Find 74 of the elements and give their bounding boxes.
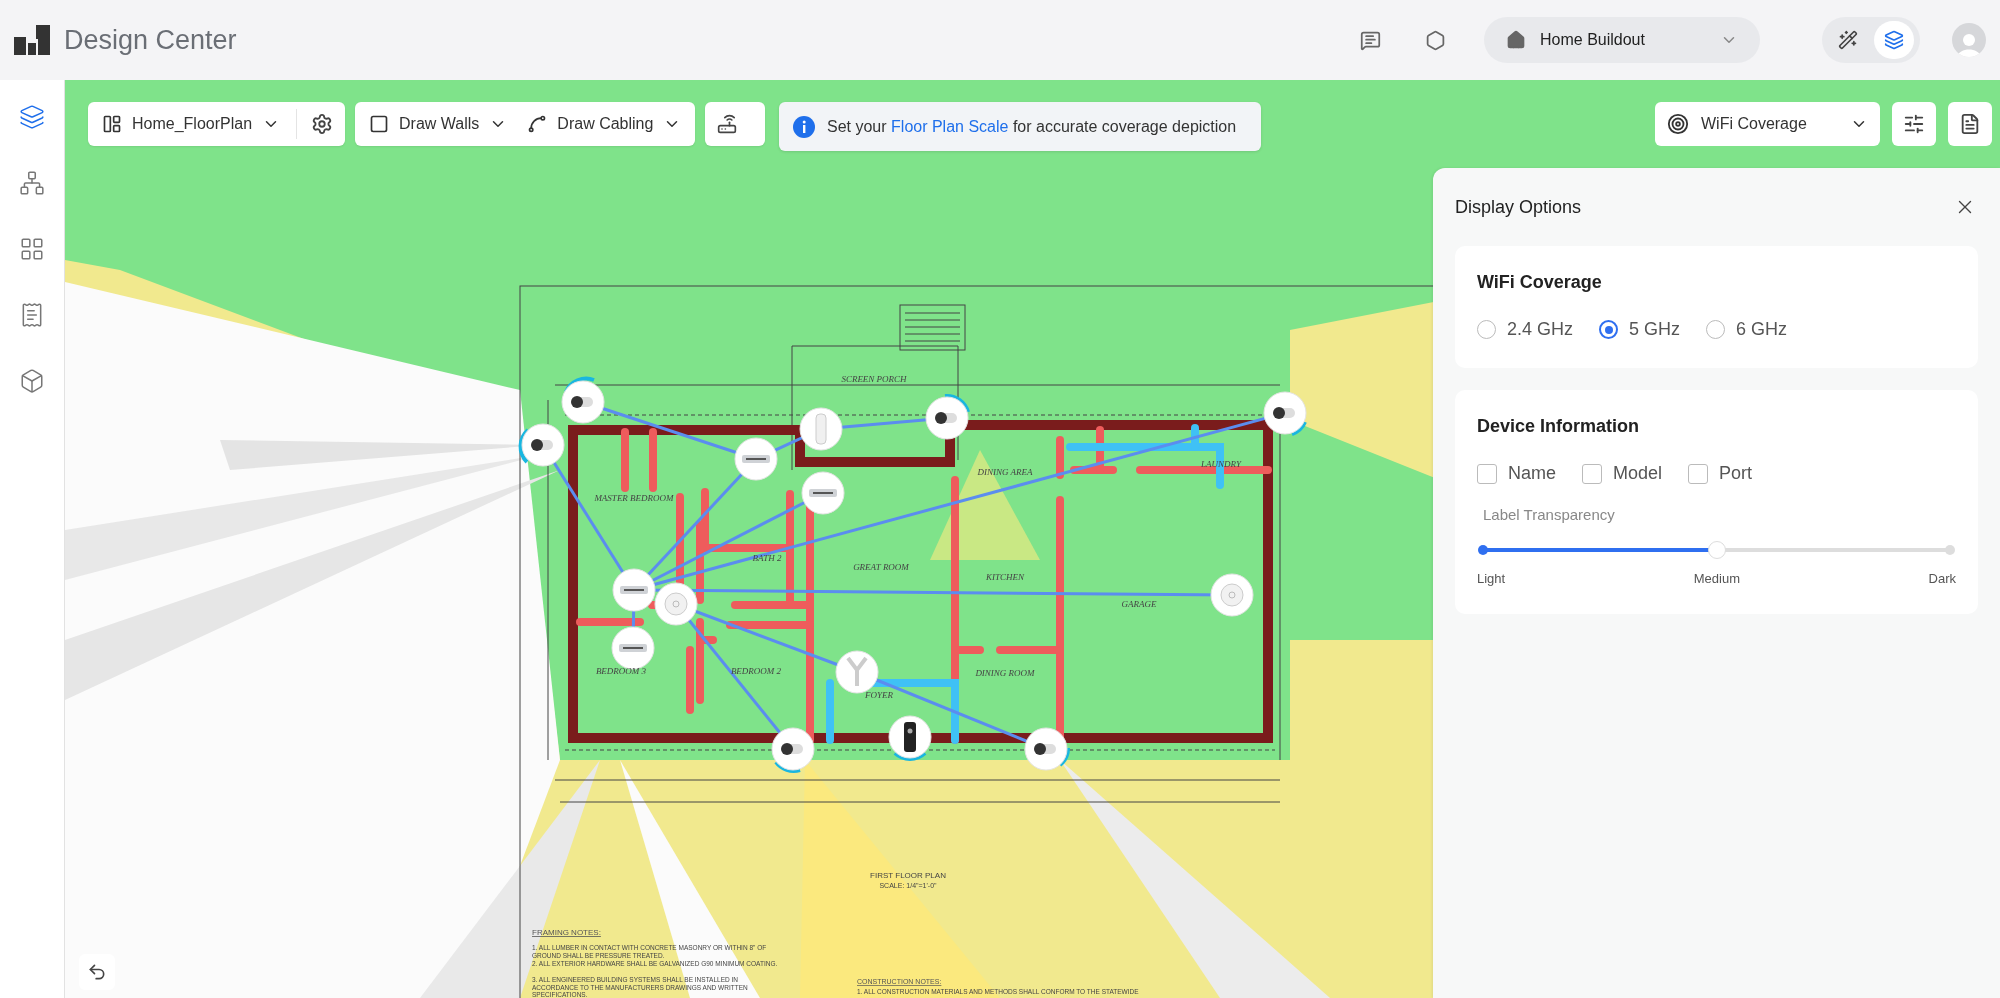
panel-title: Display Options bbox=[1455, 196, 1582, 218]
undo-icon bbox=[87, 962, 107, 982]
plan-title: FIRST FLOOR PLAN bbox=[870, 871, 946, 880]
room-label: DINING ROOM bbox=[975, 668, 1035, 678]
sidebar-item[interactable] bbox=[19, 104, 45, 130]
sidebar-item[interactable] bbox=[19, 170, 45, 196]
square-icon bbox=[369, 114, 390, 134]
info-checkbox[interactable]: Name bbox=[1477, 463, 1556, 484]
room-label: FOYER bbox=[865, 690, 893, 700]
info-icon bbox=[793, 115, 815, 138]
draw-cabling-dropdown[interactable]: Draw Cabling bbox=[523, 114, 686, 134]
slider-stop-label: Medium bbox=[1693, 571, 1740, 586]
settings-icon bbox=[311, 113, 334, 135]
room-label: GREAT ROOM bbox=[853, 562, 909, 572]
room-label: GARAGE bbox=[1121, 599, 1157, 609]
project-select[interactable]: Home Buildout bbox=[1484, 17, 1760, 63]
room-label: BEDROOM 3 bbox=[595, 666, 647, 676]
floor-plan-dropdown[interactable]: Home_FloorPlan bbox=[98, 114, 285, 134]
layers-icon bbox=[19, 104, 45, 130]
layers-icon bbox=[1884, 30, 1904, 50]
slider-stop-label: Light bbox=[1477, 571, 1506, 586]
chat-icon bbox=[1360, 29, 1381, 51]
sliders-icon bbox=[1903, 113, 1925, 135]
draw-walls-dropdown[interactable]: Draw Walls bbox=[365, 114, 512, 134]
camera-icon[interactable] bbox=[771, 727, 815, 773]
view-button[interactable] bbox=[1874, 21, 1914, 59]
section-title: Device Information bbox=[1477, 416, 1641, 437]
camera-icon[interactable] bbox=[561, 376, 605, 424]
wand-icon bbox=[1838, 30, 1858, 50]
camera-icon[interactable] bbox=[1024, 727, 1070, 771]
sidebar-item[interactable] bbox=[19, 236, 45, 262]
room-label: BATH 2 bbox=[752, 553, 782, 563]
hexagon-icon bbox=[1425, 29, 1446, 51]
filter-button[interactable] bbox=[1892, 102, 1936, 146]
cube-icon bbox=[19, 368, 45, 394]
switch-icon[interactable] bbox=[612, 568, 656, 612]
info-checkbox[interactable]: Port bbox=[1688, 463, 1753, 484]
switch-icon[interactable] bbox=[801, 471, 845, 515]
scale-link[interactable]: Floor Plan Scale bbox=[891, 117, 1009, 135]
home-icon bbox=[1506, 30, 1526, 50]
camera-icon[interactable] bbox=[1263, 391, 1307, 436]
doorbell-icon[interactable] bbox=[888, 715, 932, 761]
undo-button[interactable] bbox=[79, 954, 115, 990]
notice-text: Set your Floor Plan Scale for accurate coverage depiction bbox=[827, 117, 1237, 136]
access-point-icon[interactable] bbox=[654, 582, 698, 626]
grid-icon bbox=[19, 236, 45, 262]
coverage-select[interactable]: WiFi Coverage bbox=[1655, 102, 1880, 146]
info-checkbox[interactable]: Model bbox=[1582, 463, 1663, 484]
band-radio[interactable]: 5 GHz bbox=[1599, 319, 1681, 340]
network-icon bbox=[19, 170, 45, 196]
camera-icon[interactable] bbox=[925, 393, 970, 440]
sidebar-item[interactable] bbox=[19, 368, 45, 394]
room-label: SCREEN PORCH bbox=[841, 374, 907, 384]
section-title: WiFi Coverage bbox=[1477, 272, 1603, 293]
antenna-icon[interactable] bbox=[799, 407, 843, 451]
band-radio[interactable]: 6 GHz bbox=[1706, 319, 1788, 340]
layout-icon bbox=[102, 114, 122, 134]
target-icon bbox=[1667, 113, 1689, 135]
room-label: BEDROOM 2 bbox=[730, 666, 782, 676]
slider-stop-label: Dark bbox=[1928, 571, 1956, 586]
switch-icon[interactable] bbox=[611, 626, 655, 670]
room-label: KITCHEN bbox=[986, 572, 1024, 582]
curve-icon bbox=[527, 114, 548, 134]
export-button[interactable] bbox=[1948, 102, 1992, 146]
app-title: Design Center bbox=[64, 24, 237, 56]
switch-icon[interactable] bbox=[734, 437, 778, 481]
router-icon bbox=[717, 114, 738, 134]
room-label: MASTER BEDROOM bbox=[594, 493, 674, 503]
logo-icon bbox=[14, 25, 50, 55]
file-icon bbox=[1959, 113, 1981, 135]
band-radio[interactable]: 2.4 GHz bbox=[1477, 319, 1574, 340]
room-label: DINING AREA bbox=[977, 467, 1033, 477]
slider-label: Label Transparency bbox=[1483, 506, 1616, 523]
camera-icon[interactable] bbox=[518, 423, 565, 467]
